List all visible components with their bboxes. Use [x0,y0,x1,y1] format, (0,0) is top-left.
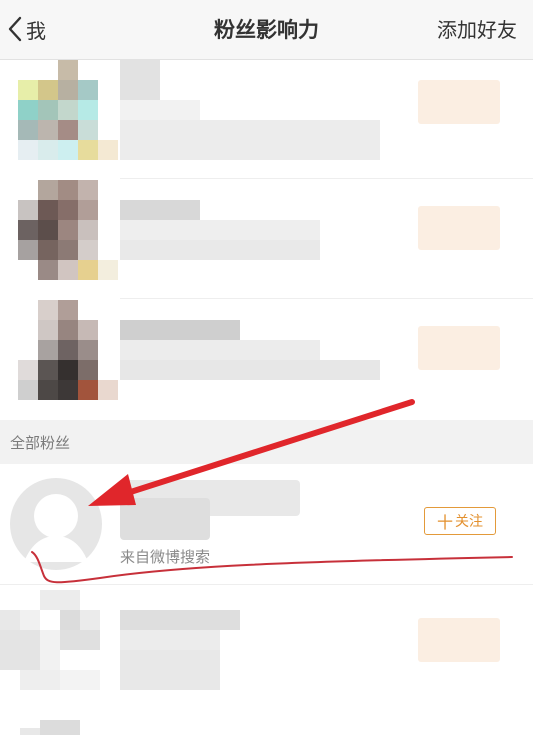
blurred-avatar [40,720,80,735]
blurred-text [120,630,220,650]
avatar [18,60,118,160]
section-header: 全部粉丝 [0,420,533,464]
divider [120,298,533,299]
blurred-text [120,220,320,240]
blurred-text [120,340,320,360]
avatar [18,180,118,280]
blurred-text [120,100,200,120]
blurred-avatar [20,728,40,735]
blurred-text [120,240,320,260]
blurred-fan-name [120,498,210,540]
follow-label: 关注 [455,514,483,530]
follow-button[interactable] [418,326,500,370]
blurred-text [120,360,380,380]
blurred-name [120,200,200,220]
divider [120,178,533,179]
plus-icon: 十 [436,513,453,532]
list-item[interactable] [0,60,533,180]
add-friend-button[interactable]: 添加好友 [437,14,517,43]
blurred-name [120,60,160,100]
blurred-name [120,610,240,630]
blurred-name [120,320,240,340]
list-item[interactable] [0,710,533,735]
avatar [0,590,120,700]
top-nav-bar: 我 粉丝影响力 添加好友 [0,0,533,60]
blurred-text [120,120,380,160]
list-item[interactable] [0,590,533,700]
list-item[interactable] [0,300,533,420]
follow-button[interactable] [418,80,500,124]
follow-button[interactable] [418,618,500,662]
blurred-text [120,650,220,690]
section-title: 全部粉丝 [10,434,71,452]
divider [0,584,533,585]
list-item[interactable] [0,180,533,300]
fan-source-text: 来自微博搜索 [120,548,211,566]
avatar [18,300,118,410]
follow-button[interactable] [418,206,500,250]
default-avatar-icon [8,476,104,572]
follow-button[interactable]: 十 关注 [424,507,496,535]
